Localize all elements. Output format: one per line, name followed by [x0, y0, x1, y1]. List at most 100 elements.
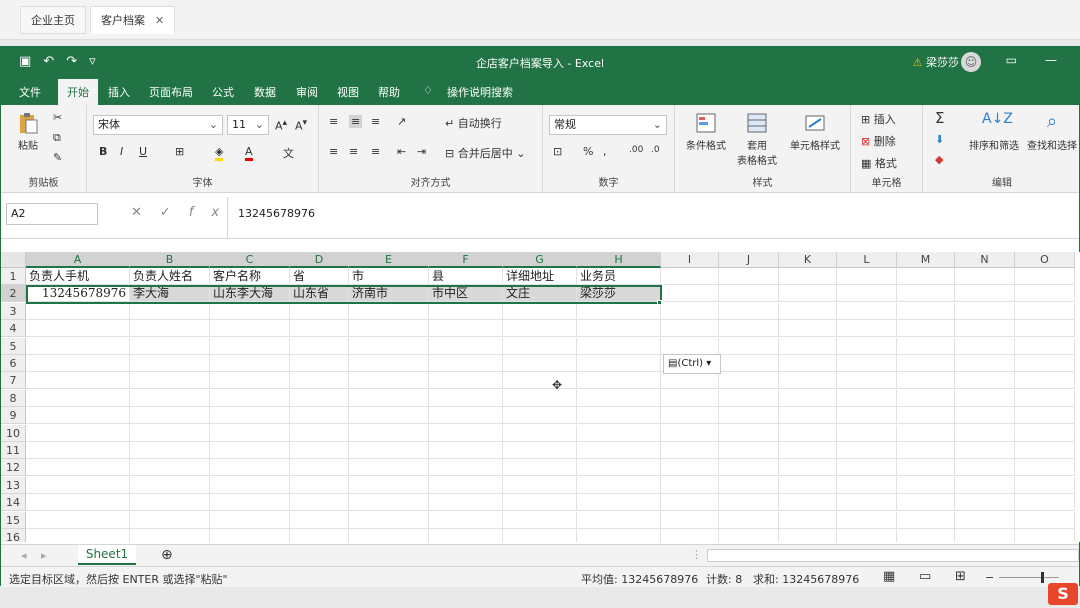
row-header-4[interactable]: 4 — [1, 320, 26, 338]
cell-h8[interactable] — [577, 389, 661, 407]
zoom-slider-thumb[interactable] — [1041, 572, 1044, 583]
cell-i13[interactable] — [661, 476, 719, 494]
copy-icon[interactable]: ⧉ — [53, 131, 61, 145]
cell-a16[interactable] — [26, 529, 130, 542]
cell-c7[interactable] — [210, 372, 290, 390]
cell-c10[interactable] — [210, 424, 290, 442]
column-header-g[interactable]: G — [503, 252, 577, 268]
cell-l8[interactable] — [837, 389, 897, 407]
cell-d6[interactable] — [290, 355, 349, 372]
cell-e2[interactable]: 济南市 — [349, 285, 429, 303]
cell-c8[interactable] — [210, 389, 290, 407]
column-header-e[interactable]: E — [349, 252, 429, 268]
phonetic-icon[interactable]: 文 — [283, 145, 294, 161]
cell-m15[interactable] — [897, 511, 955, 529]
row-header-6[interactable]: 6 — [1, 355, 26, 372]
decrease-indent-icon[interactable]: ⇤ — [397, 145, 406, 158]
cell-g8[interactable] — [503, 389, 577, 407]
cell-g12[interactable] — [503, 459, 577, 477]
column-header-m[interactable]: M — [897, 252, 955, 268]
cell-k7[interactable] — [779, 372, 837, 390]
column-header-k[interactable]: K — [779, 252, 837, 268]
cell-d15[interactable] — [290, 511, 349, 529]
cell-k15[interactable] — [779, 511, 837, 529]
decrease-font-icon[interactable]: A▾ — [295, 117, 307, 133]
cell-m6[interactable] — [897, 355, 955, 372]
cell-b3[interactable] — [130, 302, 210, 320]
cell-g14[interactable] — [503, 494, 577, 512]
page-layout-view-icon[interactable]: ▭ — [919, 569, 931, 584]
column-header-l[interactable]: L — [837, 252, 897, 268]
cell-h9[interactable] — [577, 407, 661, 425]
row-header-3[interactable]: 3 — [1, 302, 26, 320]
border-icon[interactable]: ⊞ — [175, 145, 184, 158]
row-header-7[interactable]: 7 — [1, 372, 26, 390]
wrap-text-button[interactable]: ↵ 自动换行 — [445, 115, 502, 131]
cell-c12[interactable] — [210, 459, 290, 477]
tab-customer-archive[interactable]: 客户档案 ✕ — [90, 6, 176, 34]
cell-e11[interactable] — [349, 442, 429, 459]
conditional-formatting-button[interactable]: 条件格式 — [681, 111, 731, 152]
fill-handle[interactable] — [657, 300, 662, 305]
cell-i15[interactable] — [661, 511, 719, 529]
cell-o3[interactable] — [1015, 302, 1075, 320]
cell-d9[interactable] — [290, 407, 349, 425]
cell-b8[interactable] — [130, 389, 210, 407]
scroll-right-icon[interactable]: ▸ — [41, 549, 47, 562]
cell-a13[interactable] — [26, 476, 130, 494]
cell-h12[interactable] — [577, 459, 661, 477]
insert-cells-button[interactable]: ⊞ 插入 — [861, 111, 896, 127]
column-header-j[interactable]: J — [719, 252, 779, 268]
currency-icon[interactable]: ⊡ — [553, 145, 562, 158]
format-cells-button[interactable]: ▦ 格式 — [861, 155, 897, 171]
cell-g6[interactable] — [503, 355, 577, 372]
fill-icon[interactable]: ⬇ — [935, 133, 944, 146]
cell-i5[interactable] — [661, 337, 719, 355]
cell-f11[interactable] — [429, 442, 503, 459]
cell-f2[interactable]: 市中区 — [429, 285, 503, 303]
cell-a5[interactable] — [26, 337, 130, 355]
cell-c4[interactable] — [210, 320, 290, 338]
cell-h5[interactable] — [577, 337, 661, 355]
cell-d10[interactable] — [290, 424, 349, 442]
name-box[interactable]: A2 — [6, 203, 98, 225]
scroll-left-icon[interactable]: ◂ — [21, 549, 27, 562]
cell-j10[interactable] — [719, 424, 779, 442]
normal-view-icon[interactable]: ▦ — [883, 569, 895, 584]
cell-f8[interactable] — [429, 389, 503, 407]
cell-m11[interactable] — [897, 442, 955, 459]
cell-o9[interactable] — [1015, 407, 1075, 425]
cell-g4[interactable] — [503, 320, 577, 338]
format-as-table-button[interactable]: 套用 表格格式 — [729, 111, 785, 167]
cell-k9[interactable] — [779, 407, 837, 425]
cell-j16[interactable] — [719, 529, 779, 542]
cell-c16[interactable] — [210, 529, 290, 542]
cell-k12[interactable] — [779, 459, 837, 477]
cell-b1[interactable]: 负责人姓名 — [130, 268, 210, 285]
cell-i14[interactable] — [661, 494, 719, 512]
cell-l10[interactable] — [837, 424, 897, 442]
cell-k3[interactable] — [779, 302, 837, 320]
cell-i2[interactable] — [661, 285, 719, 303]
cell-l6[interactable] — [837, 355, 897, 372]
increase-font-icon[interactable]: A▴ — [275, 117, 287, 133]
row-header-16[interactable]: 16 — [1, 529, 26, 542]
cell-e4[interactable] — [349, 320, 429, 338]
column-header-h[interactable]: H — [577, 252, 661, 268]
cell-h14[interactable] — [577, 494, 661, 512]
cell-d7[interactable] — [290, 372, 349, 390]
cell-b5[interactable] — [130, 337, 210, 355]
cell-k13[interactable] — [779, 476, 837, 494]
cell-n15[interactable] — [955, 511, 1015, 529]
cell-d5[interactable] — [290, 337, 349, 355]
comma-icon[interactable]: , — [603, 145, 607, 158]
tab-review[interactable]: 审阅 — [296, 84, 318, 100]
column-header-d[interactable]: D — [290, 252, 349, 268]
tab-home[interactable]: 开始 — [58, 79, 98, 105]
column-header-o[interactable]: O — [1015, 252, 1075, 268]
cell-n16[interactable] — [955, 529, 1015, 542]
cell-m4[interactable] — [897, 320, 955, 338]
cell-l1[interactable] — [837, 268, 897, 285]
cell-e13[interactable] — [349, 476, 429, 494]
cell-e7[interactable] — [349, 372, 429, 390]
